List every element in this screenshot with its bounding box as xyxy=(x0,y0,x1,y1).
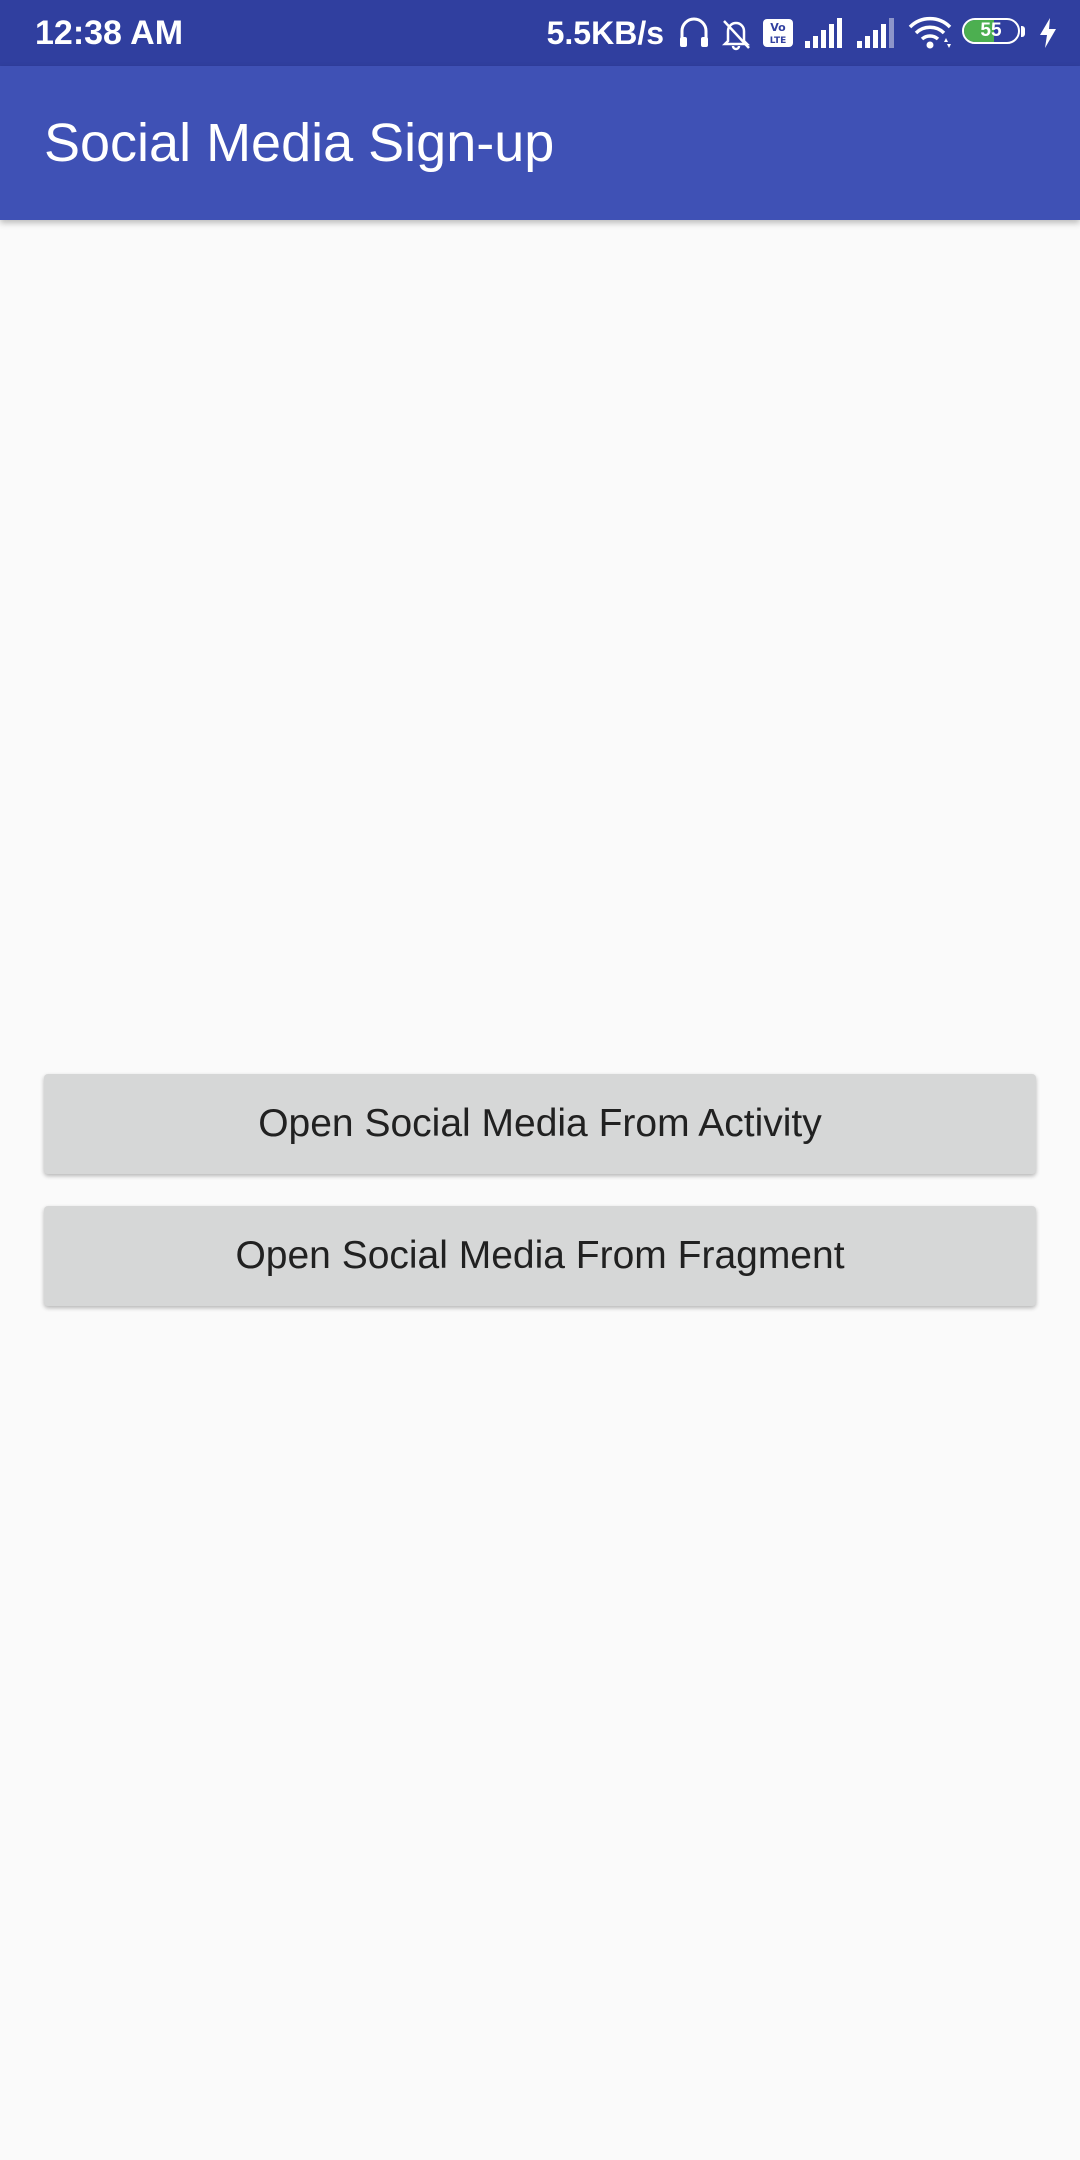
battery-level: 55 xyxy=(980,20,1002,41)
svg-text:Vo: Vo xyxy=(770,21,786,34)
open-social-media-from-fragment-button[interactable]: Open Social Media From Fragment xyxy=(44,1206,1036,1306)
headset-icon xyxy=(678,13,710,53)
status-bar: 12:38 AM 5.5KB/s Vo LTE 55 xyxy=(0,0,1080,66)
page-title: Social Media Sign-up xyxy=(44,113,555,173)
mute-bell-icon xyxy=(720,13,752,53)
app-bar: Social Media Sign-up xyxy=(0,66,1080,220)
wifi-icon xyxy=(908,13,952,53)
signal-icon xyxy=(856,13,898,53)
signal-icon xyxy=(804,13,846,53)
charging-icon xyxy=(1038,13,1058,53)
status-icons: 5.5KB/s Vo LTE 55 xyxy=(547,0,1058,66)
network-speed: 5.5KB/s xyxy=(546,15,664,51)
svg-text:LTE: LTE xyxy=(770,36,787,46)
battery-icon: 55 xyxy=(962,13,1028,53)
volte-icon: Vo LTE xyxy=(762,13,794,53)
status-time: 12:38 AM xyxy=(35,14,184,52)
open-social-media-from-activity-button[interactable]: Open Social Media From Activity xyxy=(44,1074,1036,1174)
